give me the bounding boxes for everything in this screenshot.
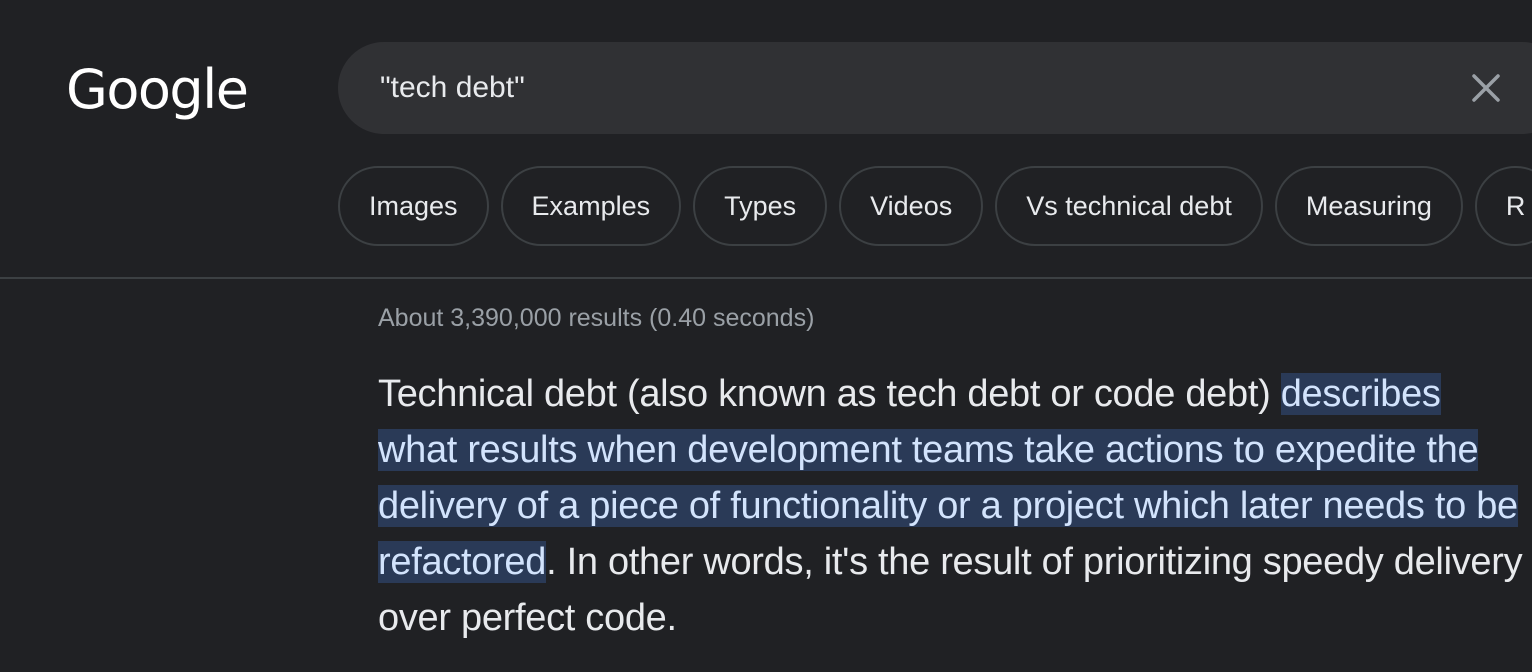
google-logo[interactable]: Google: [66, 48, 249, 132]
close-icon: [1472, 74, 1500, 102]
search-bar[interactable]: [338, 42, 1532, 134]
chip-images[interactable]: Images: [338, 166, 489, 246]
featured-snippet: Technical debt (also known as tech debt …: [378, 366, 1528, 646]
result-stats: About 3,390,000 results (0.40 seconds): [378, 304, 815, 332]
chip-vs-technical-debt[interactable]: Vs technical debt: [995, 166, 1263, 246]
snippet-suffix: . In other words, it's the result of pri…: [378, 541, 1523, 639]
search-input[interactable]: [380, 42, 1380, 134]
chip-partial[interactable]: R: [1474, 166, 1532, 246]
chip-types[interactable]: Types: [693, 166, 828, 246]
chip-measuring[interactable]: Measuring: [1274, 166, 1463, 246]
header-divider: [0, 277, 1532, 279]
filter-chips: Images Examples Types Videos Vs technica…: [338, 166, 1532, 246]
clear-search-button[interactable]: [1466, 68, 1506, 108]
snippet-prefix: Technical debt (also known as tech debt …: [378, 373, 1281, 415]
chip-examples[interactable]: Examples: [500, 166, 682, 246]
chip-videos[interactable]: Videos: [839, 166, 984, 246]
search-results-page: Google Images Examples Types Videos Vs t…: [0, 0, 1532, 672]
